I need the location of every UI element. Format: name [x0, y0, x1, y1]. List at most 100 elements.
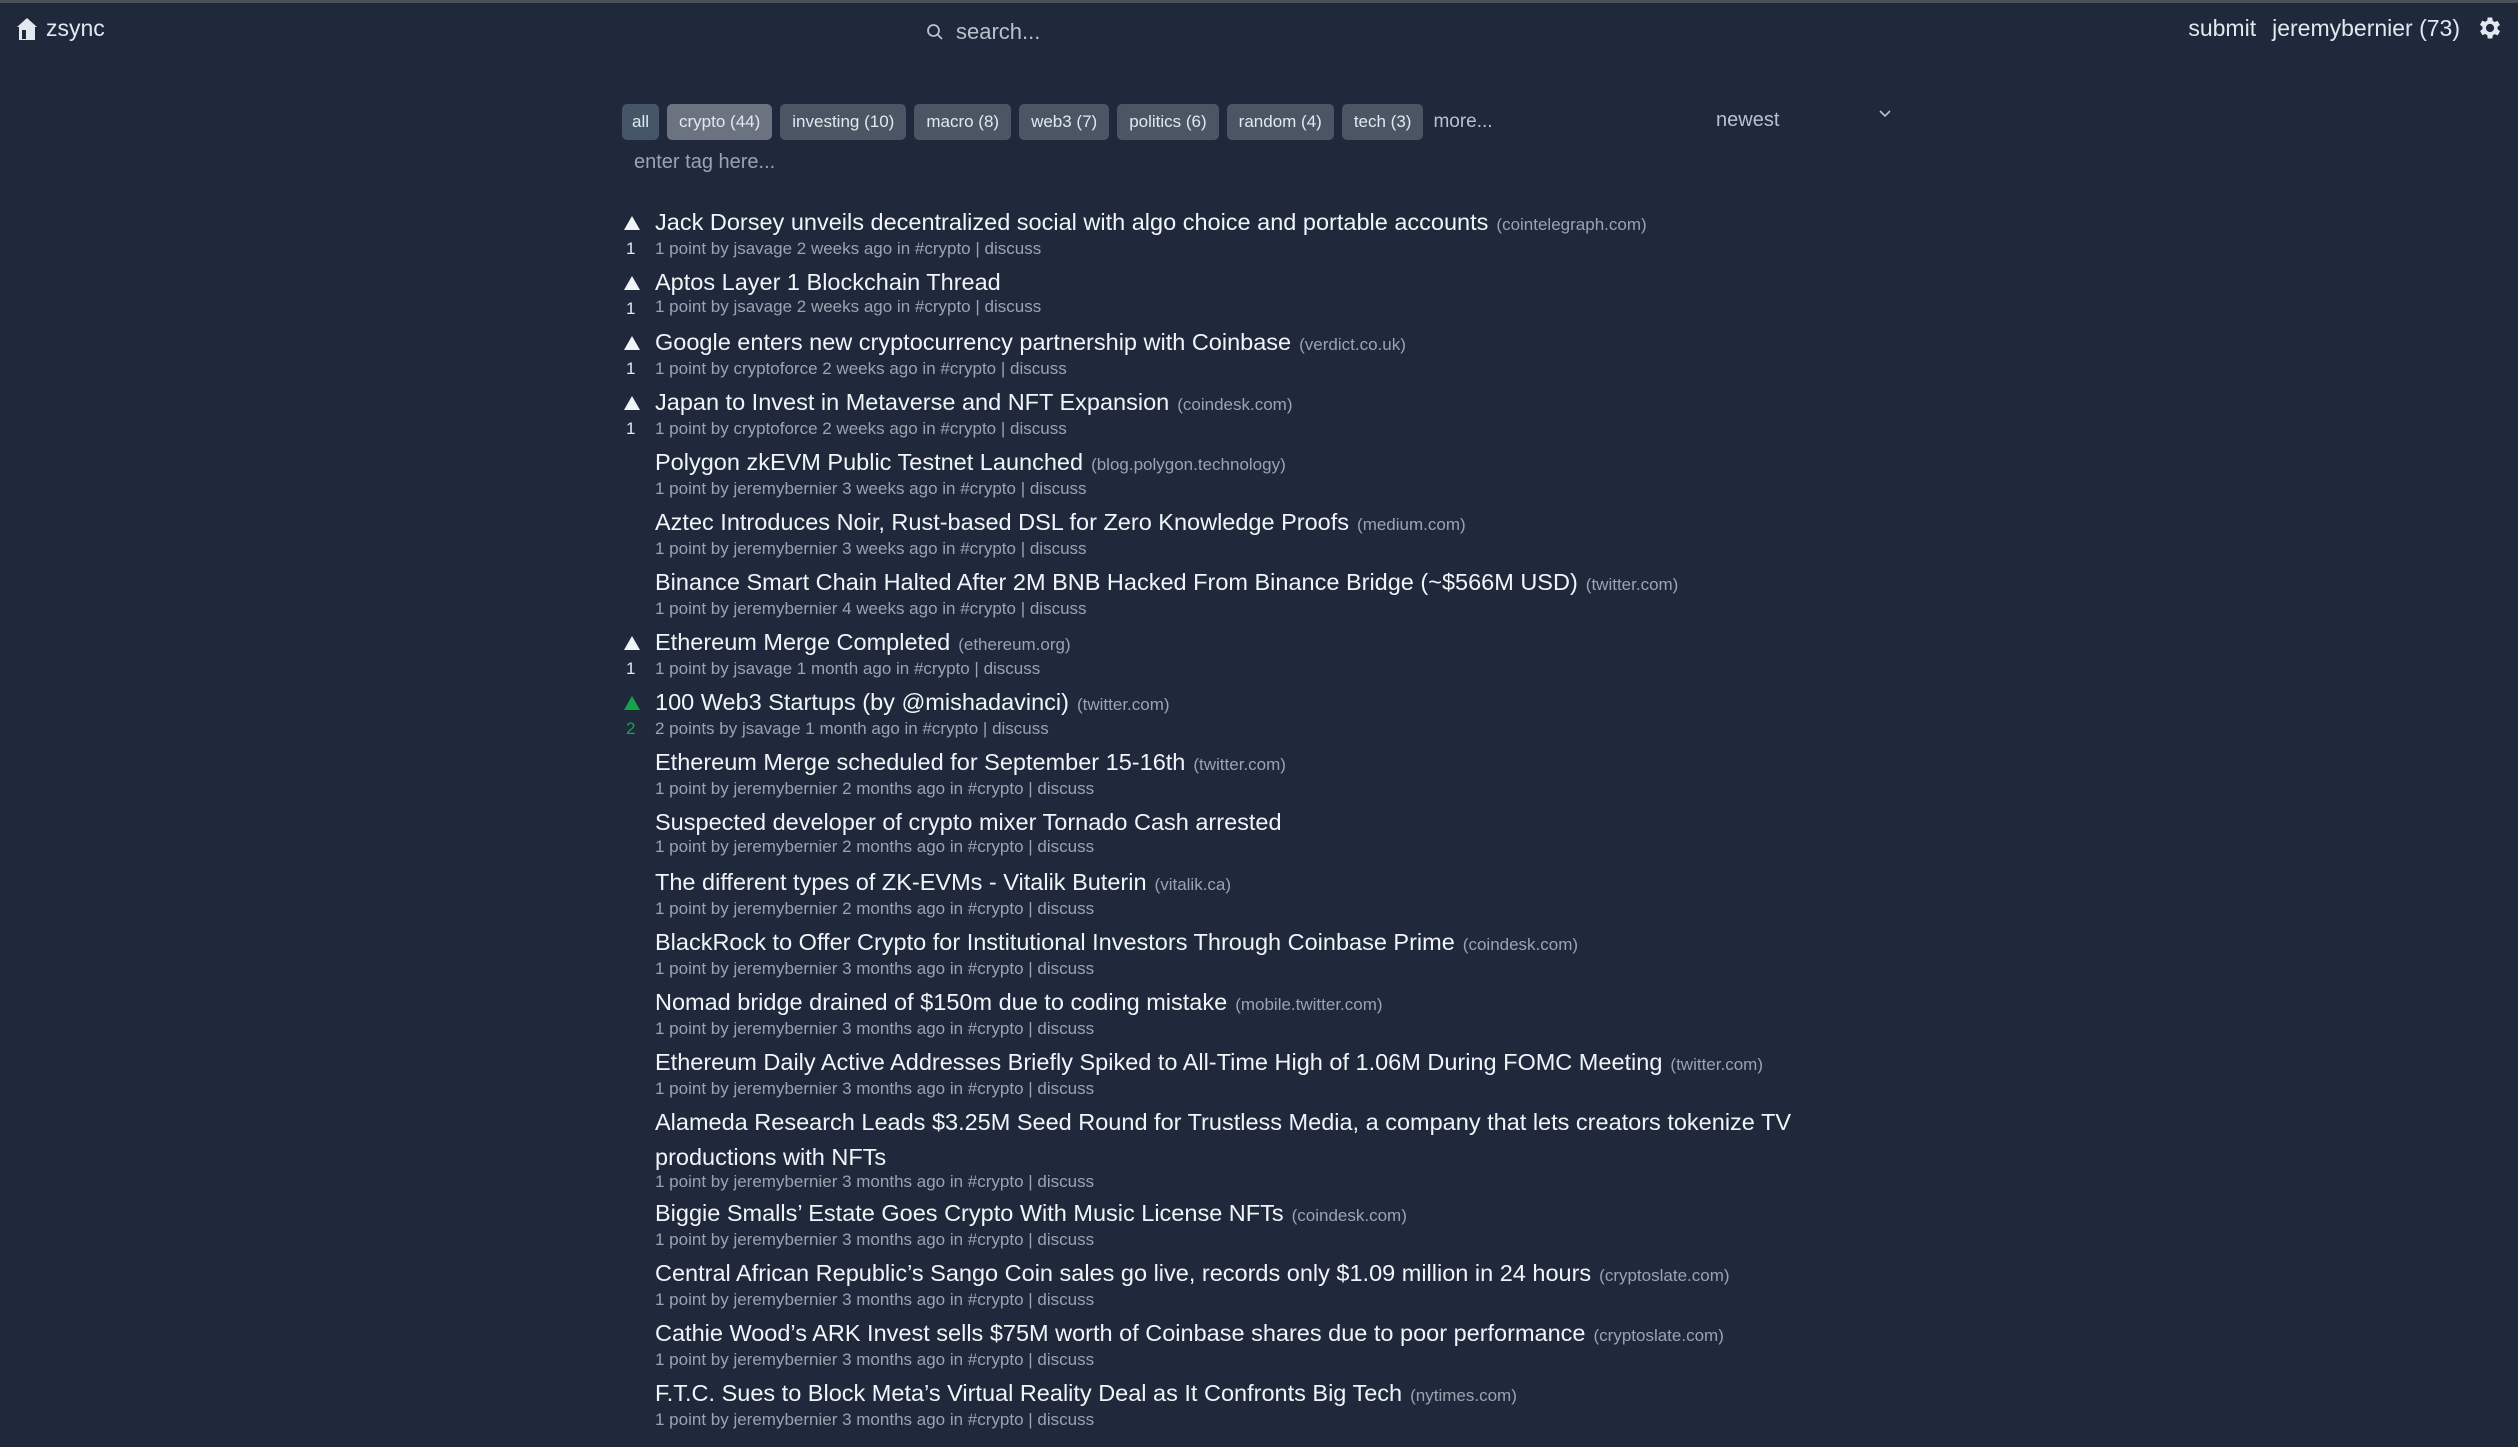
vote-column	[622, 805, 655, 865]
story-title-link[interactable]: Jack Dorsey unveils decentralized social…	[655, 209, 1488, 235]
story-domain[interactable]: (twitter.com)	[1077, 695, 1170, 714]
story-meta: 1 point by jeremybernier 4 weeks ago in …	[655, 599, 1016, 618]
story-domain[interactable]: (twitter.com)	[1670, 1055, 1763, 1074]
discuss-link[interactable]: discuss	[1037, 899, 1094, 918]
discuss-link[interactable]: discuss	[1037, 1019, 1094, 1038]
vote-column	[622, 1256, 655, 1316]
story-item: Nomad bridge drained of $150m due to cod…	[622, 985, 1802, 1045]
story-item: Suspected developer of crypto mixer Torn…	[622, 805, 1802, 865]
discuss-link[interactable]: discuss	[1010, 359, 1067, 378]
story-item: Cathie Wood’s ARK Invest sells $75M wort…	[622, 1316, 1802, 1376]
story-title-link[interactable]: Polygon zkEVM Public Testnet Launched	[655, 449, 1083, 475]
discuss-link[interactable]: discuss	[985, 239, 1042, 258]
search-input[interactable]	[956, 19, 1356, 45]
moon-icon[interactable]	[2152, 21, 2172, 43]
story-title-link[interactable]: The different types of ZK-EVMs - Vitalik…	[655, 869, 1147, 895]
discuss-link[interactable]: discuss	[1010, 419, 1067, 438]
story-item: 1 Aptos Layer 1 Blockchain Thread 1 point …	[622, 265, 1802, 325]
story-domain[interactable]: (ethereum.org)	[958, 635, 1070, 654]
story-title-link[interactable]: Japan to Invest in Metaverse and NFT Exp…	[655, 389, 1169, 415]
story-title-link[interactable]: Alameda Research Leads $3.25M Seed Round…	[655, 1109, 1791, 1170]
story-item: Ethereum Merge scheduled for September 1…	[622, 745, 1802, 805]
story-title-link[interactable]: Cathie Wood’s ARK Invest sells $75M wort…	[655, 1320, 1586, 1346]
discuss-link[interactable]: discuss	[1037, 1230, 1094, 1249]
story-item: 1 Ethereum Merge Completed (ethereum.org) 1…	[622, 625, 1802, 685]
upvote-arrow-icon[interactable]	[624, 636, 640, 650]
story-meta: 1 point by jeremybernier 3 months ago in…	[655, 1230, 1024, 1249]
story-domain[interactable]: (coindesk.com)	[1177, 395, 1292, 414]
story-title-link[interactable]: BlackRock to Offer Crypto for Institutio…	[655, 929, 1455, 955]
story-domain[interactable]: (coindesk.com)	[1292, 1206, 1407, 1225]
upvote-arrow-icon[interactable]	[624, 216, 640, 230]
user-profile-link[interactable]: jeremybernier (73)	[2272, 15, 2460, 42]
story-meta: 2 points by jsavage 1 month ago in #cryp…	[655, 719, 979, 738]
discuss-link[interactable]: discuss	[1037, 779, 1094, 798]
story-domain[interactable]: (blog.polygon.technology)	[1091, 455, 1286, 474]
story-title-link[interactable]: Ethereum Merge Completed	[655, 629, 950, 655]
story-meta: 1 point by jeremybernier 3 months ago in…	[655, 1079, 1024, 1098]
story-title-link[interactable]: Aztec Introduces Noir, Rust-based DSL fo…	[655, 509, 1349, 535]
story-meta: 1 point by jeremybernier 3 months ago in…	[655, 1410, 1024, 1429]
more-tags-link[interactable]: more...	[1433, 111, 1492, 133]
story-title-link[interactable]: Ethereum Daily Active Addresses Briefly …	[655, 1049, 1662, 1075]
vote-column	[622, 1316, 655, 1376]
story-domain[interactable]: (twitter.com)	[1586, 575, 1679, 594]
upvote-arrow-icon[interactable]	[624, 396, 640, 410]
story-title-link[interactable]: Binance Smart Chain Halted After 2M BNB …	[655, 569, 1578, 595]
tag-input[interactable]	[634, 151, 1034, 174]
tag-investing[interactable]: investing (10)	[780, 104, 907, 140]
story-title-link[interactable]: Suspected developer of crypto mixer Torn…	[655, 809, 1282, 835]
story-domain[interactable]: (medium.com)	[1357, 515, 1466, 534]
story-title-link[interactable]: Ethereum Merge scheduled for September 1…	[655, 749, 1185, 775]
score: 1	[626, 359, 636, 378]
gear-icon[interactable]	[2476, 14, 2504, 42]
story-domain[interactable]: (vitalik.ca)	[1155, 875, 1232, 894]
story-title-link[interactable]: 100 Web3 Startups (by @mishadavinci)	[655, 689, 1069, 715]
story-domain[interactable]: (cryptoslate.com)	[1599, 1266, 1729, 1285]
upvote-arrow-icon[interactable]	[624, 276, 640, 290]
discuss-link[interactable]: discuss	[1037, 1290, 1094, 1309]
upvote-arrow-icon[interactable]	[624, 336, 640, 350]
score: 1	[626, 659, 636, 678]
score: 1	[626, 239, 636, 258]
story-domain[interactable]: (verdict.co.uk)	[1299, 335, 1406, 354]
discuss-link[interactable]: discuss	[985, 297, 1042, 316]
tag-macro[interactable]: macro (8)	[914, 104, 1012, 140]
upvote-arrow-icon[interactable]	[624, 696, 640, 710]
tag-all[interactable]: all	[622, 104, 660, 140]
discuss-link[interactable]: discuss	[1037, 959, 1094, 978]
story-title-link[interactable]: Central African Republic’s Sango Coin sa…	[655, 1260, 1591, 1286]
tag-tech[interactable]: tech (3)	[1341, 104, 1424, 140]
story-domain[interactable]: (mobile.twitter.com)	[1235, 995, 1382, 1014]
story-title-link[interactable]: Nomad bridge drained of $150m due to cod…	[655, 989, 1227, 1015]
discuss-link[interactable]: discuss	[1037, 837, 1094, 856]
story-domain[interactable]: (nytimes.com)	[1410, 1386, 1517, 1405]
discuss-link[interactable]: discuss	[1037, 1410, 1094, 1429]
story-title-link[interactable]: Biggie Smalls’ Estate Goes Crypto With M…	[655, 1200, 1284, 1226]
submit-link[interactable]: submit	[2188, 15, 2256, 42]
discuss-link[interactable]: discuss	[1037, 1172, 1094, 1191]
vote-column	[622, 1105, 655, 1196]
tag-random[interactable]: random (4)	[1226, 104, 1334, 140]
discuss-link[interactable]: discuss	[1030, 599, 1087, 618]
chevron-down-icon	[1879, 110, 1891, 118]
story-title-link[interactable]: F.T.C. Sues to Block Meta’s Virtual Real…	[655, 1380, 1402, 1406]
discuss-link[interactable]: discuss	[1037, 1350, 1094, 1369]
story-title-link[interactable]: Aptos Layer 1 Blockchain Thread	[655, 269, 1001, 295]
sort-select[interactable]: newest	[1716, 109, 1892, 132]
story-domain[interactable]: (twitter.com)	[1193, 755, 1286, 774]
home-link[interactable]: zsync	[16, 15, 105, 42]
tag-crypto[interactable]: crypto (44)	[667, 104, 773, 140]
vote-column	[622, 865, 655, 925]
story-title-link[interactable]: Google enters new cryptocurrency partner…	[655, 329, 1291, 355]
discuss-link[interactable]: discuss	[1037, 1079, 1094, 1098]
story-domain[interactable]: (coindesk.com)	[1463, 935, 1578, 954]
discuss-link[interactable]: discuss	[1030, 479, 1087, 498]
story-domain[interactable]: (cointelegraph.com)	[1496, 215, 1646, 234]
tag-politics[interactable]: politics (6)	[1117, 104, 1219, 140]
tag-web3[interactable]: web3 (7)	[1019, 104, 1110, 140]
discuss-link[interactable]: discuss	[992, 719, 1049, 738]
discuss-link[interactable]: discuss	[1030, 539, 1087, 558]
discuss-link[interactable]: discuss	[984, 659, 1041, 678]
story-domain[interactable]: (cryptoslate.com)	[1594, 1326, 1724, 1345]
